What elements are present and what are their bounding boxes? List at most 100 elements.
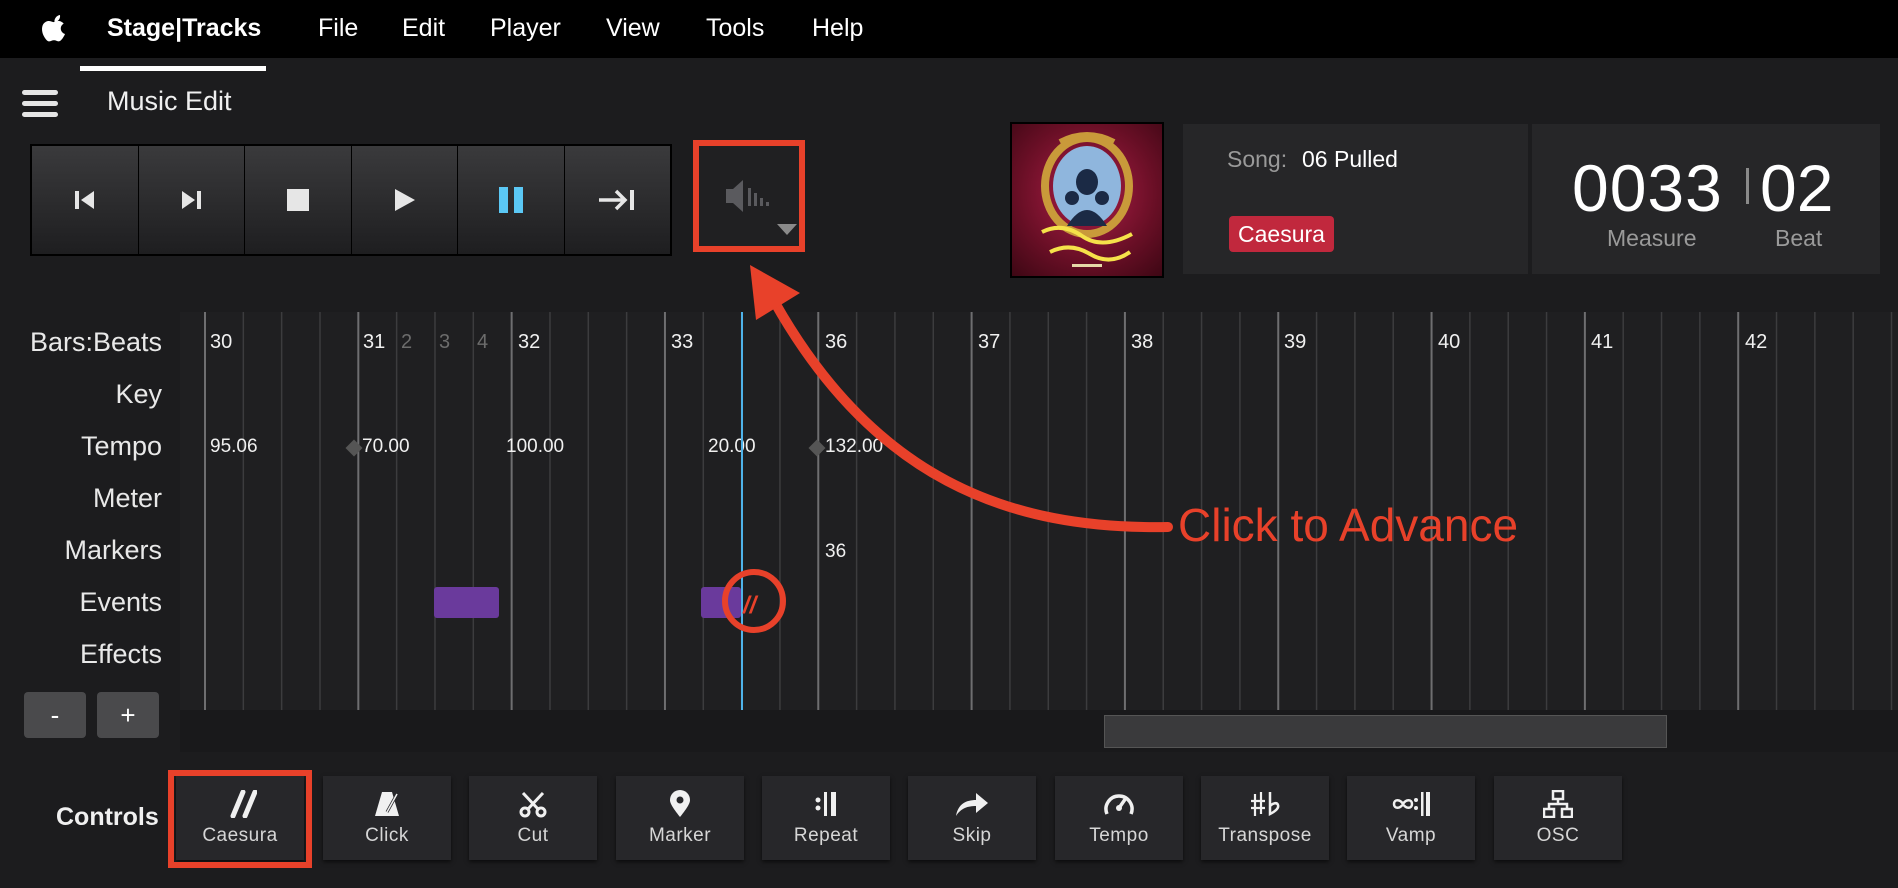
album-artwork [1010, 122, 1164, 278]
lane-events: Events [79, 587, 162, 617]
skip-to-end-icon [599, 189, 635, 211]
click-control-button[interactable]: Click [323, 776, 451, 860]
sharp-flat-icon [1251, 792, 1280, 817]
bar-label: 36 [825, 331, 847, 353]
lane-tempo: Tempo [80, 431, 162, 461]
tempo-value: 95.06 [210, 436, 258, 457]
scissors-icon [519, 791, 547, 818]
control-label: Transpose [1218, 825, 1312, 846]
repeat-control-button[interactable]: Repeat [762, 776, 890, 860]
controls-label: Controls [56, 803, 159, 831]
repeat-icon [815, 792, 836, 816]
bar-label: 37 [978, 331, 1000, 353]
zoom-in-button[interactable]: + [97, 692, 159, 738]
song-label: Song: [1227, 146, 1288, 172]
lane-key: Key [115, 379, 162, 409]
vamp-icon [1392, 792, 1430, 816]
skip-arrow-icon [956, 793, 988, 816]
measure-label: Measure [1607, 225, 1697, 251]
stop-button[interactable] [245, 146, 352, 254]
pause-button[interactable] [458, 146, 565, 254]
control-label: Marker [648, 825, 712, 846]
next-icon [182, 191, 202, 209]
status-badge: Caesura [1229, 216, 1334, 252]
timeline[interactable]: 30 31 2 3 4 32 33 36 37 38 39 40 41 42 9… [180, 312, 1898, 710]
page-title: Music Edit [107, 86, 232, 116]
skip-to-start-button[interactable] [32, 146, 139, 254]
song-name: 06 Pulled [1302, 146, 1398, 172]
vamp-control-button[interactable]: Vamp [1347, 776, 1475, 860]
bar-label: 42 [1745, 331, 1767, 353]
tempo-value: 70.00 [362, 436, 410, 457]
menu-view[interactable]: View [606, 14, 660, 43]
bar-label: 33 [671, 331, 693, 353]
menu-edit[interactable]: Edit [402, 14, 445, 43]
measure-value: 0033 [1572, 151, 1723, 225]
caesura-highlight-box [168, 770, 312, 868]
lane-meter: Meter [92, 483, 162, 513]
tempo-value: 20.00 [708, 436, 756, 457]
play-button[interactable] [351, 146, 458, 254]
bar-label: 31 [363, 331, 385, 353]
addams-family-poster-image [1041, 132, 1133, 267]
bar-label: 41 [1591, 331, 1613, 353]
marker-control-button[interactable]: Marker [616, 776, 744, 860]
bar-label: 39 [1284, 331, 1306, 353]
apple-icon[interactable] [40, 12, 70, 44]
menu-file[interactable]: File [318, 14, 358, 43]
beat-label: Beat [1775, 225, 1823, 251]
cut-control-button[interactable]: Cut [469, 776, 597, 860]
gauge-icon [1104, 794, 1134, 815]
lane-markers: Markers [64, 535, 162, 565]
bar-label: 40 [1438, 331, 1460, 353]
menu-bar: Stage|Tracks File Edit Player View Tools… [0, 0, 1898, 58]
menu-tools[interactable]: Tools [706, 14, 764, 43]
tempo-control-button[interactable]: Tempo [1055, 776, 1183, 860]
osc-control-button[interactable]: OSC [1494, 776, 1622, 860]
control-label: Tempo [1089, 825, 1149, 846]
skip-control-button[interactable]: Skip [908, 776, 1036, 860]
bar-label: 38 [1131, 331, 1153, 353]
bar-label: 32 [518, 331, 540, 353]
stop-icon [286, 189, 309, 211]
volume-button[interactable] [693, 140, 805, 252]
map-pin-icon [670, 790, 690, 817]
beat-label: 4 [477, 331, 488, 353]
transpose-control-button[interactable]: Transpose [1201, 776, 1329, 860]
control-label: Skip [952, 825, 992, 846]
skip-to-end-button[interactable] [564, 146, 670, 254]
lane-labels: Bars:Beats Key Tempo Meter Markers Event… [0, 312, 178, 752]
beat-value: 02 [1760, 151, 1834, 225]
beat-grid-lines [204, 312, 1893, 710]
hamburger-menu-icon[interactable] [22, 90, 58, 120]
horizontal-scrollbar[interactable] [1104, 715, 1667, 748]
event-block[interactable] [434, 587, 499, 618]
control-label: Cut [517, 825, 549, 846]
lane-bars-beats: Bars:Beats [29, 327, 162, 357]
tempo-value: 100.00 [506, 436, 564, 457]
beat-label: 3 [439, 331, 450, 353]
network-icon [1543, 790, 1573, 818]
marker-label[interactable]: 36 [825, 541, 846, 562]
control-label: Vamp [1385, 825, 1437, 846]
caesura-event-icon[interactable]: // [742, 592, 759, 619]
timeline-grid: 30 31 2 3 4 32 33 36 37 38 39 40 41 42 9… [204, 312, 1893, 710]
zoom-out-button[interactable]: - [24, 692, 86, 738]
control-label: Click [365, 825, 409, 846]
control-label: Repeat [793, 825, 859, 846]
tempo-change-marker[interactable] [808, 439, 826, 457]
lane-effects: Effects [79, 639, 162, 669]
bar-label: 30 [210, 331, 232, 353]
chevron-down-icon [777, 224, 797, 235]
beat-label: 2 [401, 331, 412, 353]
tempo-value: 132.00 [825, 436, 883, 457]
next-button[interactable] [138, 146, 245, 254]
event-block[interactable] [701, 587, 741, 618]
menu-help[interactable]: Help [812, 14, 863, 43]
app-name-menu[interactable]: Stage|Tracks [107, 14, 261, 43]
annotation-label: Click to Advance [1178, 499, 1519, 551]
control-label: OSC [1536, 825, 1580, 846]
menu-player[interactable]: Player [490, 14, 561, 43]
tempo-change-marker[interactable] [345, 439, 363, 457]
counter-divider [1746, 168, 1749, 204]
